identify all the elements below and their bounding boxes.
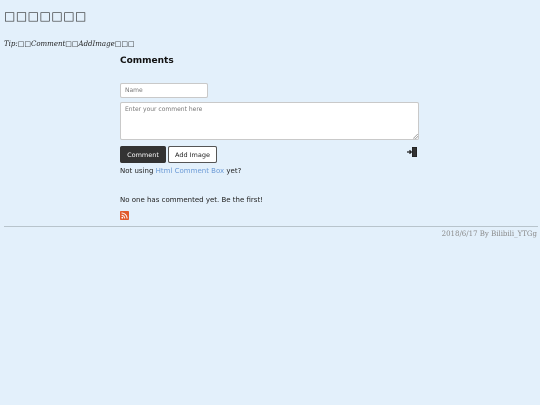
- not-using-text: Not using Html Comment Box yet?: [120, 167, 241, 175]
- comment-button[interactable]: Comment: [120, 146, 166, 163]
- page-title: □□□□□□□: [4, 9, 87, 23]
- add-image-button[interactable]: Add Image: [168, 146, 217, 163]
- login-icon[interactable]: [406, 146, 418, 158]
- html-comment-box-link[interactable]: Html Comment Box: [156, 167, 225, 175]
- not-using-prefix: Not using: [120, 167, 154, 175]
- rss-icon[interactable]: [120, 211, 129, 220]
- footer-text: 2018/6/17 By Bilibili_YTGg: [441, 230, 537, 238]
- resize-handle[interactable]: [413, 134, 418, 139]
- comment-textarea[interactable]: [120, 102, 419, 140]
- not-using-suffix: yet?: [226, 167, 242, 175]
- empty-comments-message: No one has commented yet. Be the first!: [120, 196, 264, 204]
- name-input[interactable]: [120, 83, 208, 98]
- tip-text: Tip:□□Comment□□AddImage□□□: [4, 40, 135, 48]
- footer-divider: [4, 226, 538, 227]
- comments-heading: Comments: [120, 56, 174, 66]
